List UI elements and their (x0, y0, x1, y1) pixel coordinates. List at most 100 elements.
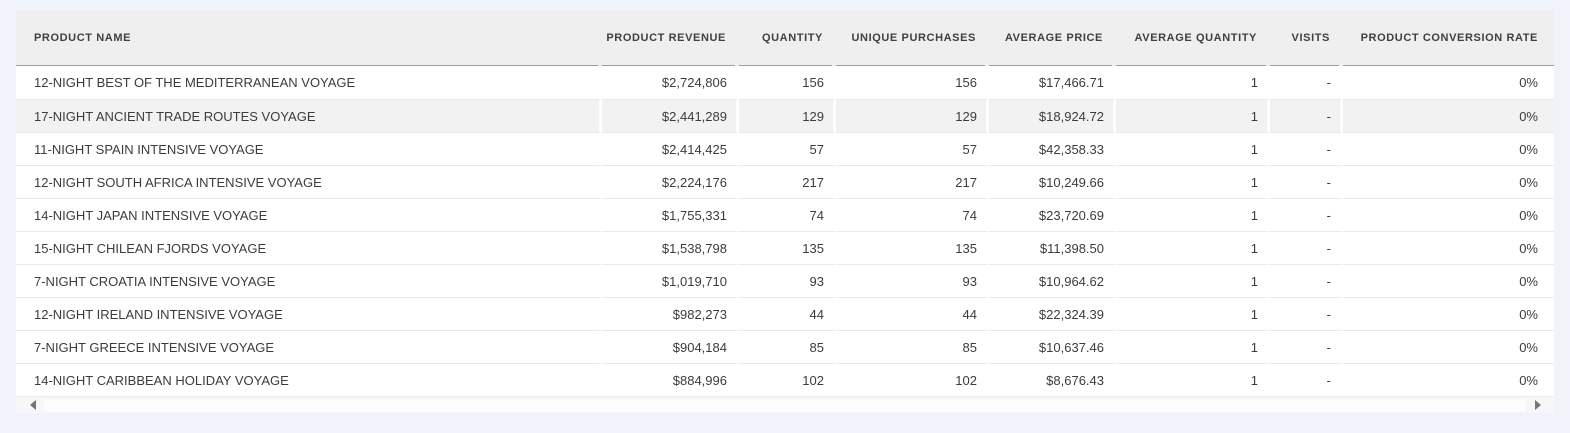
table-row[interactable]: 15-NIGHT CHILEAN FJORDS VOYAGE$1,538,798… (16, 231, 1554, 264)
cell-average-price: $11,398.50 (989, 231, 1116, 264)
cell-product-revenue: $2,414,425 (602, 132, 739, 165)
cell-product-revenue: $1,019,710 (602, 264, 739, 297)
cell-product-conversion-rate: 0% (1343, 231, 1554, 264)
cell-average-price: $18,924.72 (989, 99, 1116, 132)
cell-visits: - (1270, 165, 1343, 198)
product-name-cell: 12-NIGHT BEST OF THE MEDITERRANEAN VOYAG… (16, 66, 602, 99)
scroll-left-arrow-icon (30, 400, 36, 410)
product-name-cell: 15-NIGHT CHILEAN FJORDS VOYAGE (16, 231, 602, 264)
cell-average-quantity: 1 (1116, 297, 1270, 330)
cell-visits: - (1270, 99, 1343, 132)
product-name-cell: 11-NIGHT SPAIN INTENSIVE VOYAGE (16, 132, 602, 165)
table-row[interactable]: 14-NIGHT JAPAN INTENSIVE VOYAGE$1,755,33… (16, 198, 1554, 231)
table-row[interactable]: 11-NIGHT SPAIN INTENSIVE VOYAGE$2,414,42… (16, 132, 1554, 165)
cell-product-revenue: $884,996 (602, 363, 739, 396)
cell-unique-purchases: 135 (836, 231, 989, 264)
cell-unique-purchases: 85 (836, 330, 989, 363)
cell-average-quantity: 1 (1116, 165, 1270, 198)
cell-unique-purchases: 217 (836, 165, 989, 198)
cell-average-price: $42,358.33 (989, 132, 1116, 165)
product-name-cell: 14-NIGHT JAPAN INTENSIVE VOYAGE (16, 198, 602, 231)
column-header-quantity[interactable]: QUANTITY (739, 10, 836, 66)
cell-average-quantity: 1 (1116, 99, 1270, 132)
cell-average-quantity: 1 (1116, 264, 1270, 297)
cell-unique-purchases: 102 (836, 363, 989, 396)
cell-visits: - (1270, 198, 1343, 231)
table-row[interactable]: 7-NIGHT GREECE INTENSIVE VOYAGE$904,1848… (16, 330, 1554, 363)
column-header-visits[interactable]: VISITS (1270, 10, 1343, 66)
product-name-cell: 14-NIGHT CARIBBEAN HOLIDAY VOYAGE (16, 363, 602, 396)
cell-product-conversion-rate: 0% (1343, 297, 1554, 330)
table-header: PRODUCT NAMEPRODUCT REVENUEQUANTITYUNIQU… (16, 10, 1554, 66)
column-header-product-revenue[interactable]: PRODUCT REVENUE (602, 10, 739, 66)
cell-unique-purchases: 44 (836, 297, 989, 330)
cell-visits: - (1270, 66, 1343, 99)
scrollbar-thumb[interactable] (44, 399, 1526, 412)
cell-average-price: $22,324.39 (989, 297, 1116, 330)
cell-product-revenue: $904,184 (602, 330, 739, 363)
cell-product-conversion-rate: 0% (1343, 198, 1554, 231)
cell-unique-purchases: 129 (836, 99, 989, 132)
scroll-right-button[interactable] (1529, 397, 1546, 413)
table-row[interactable]: 12-NIGHT SOUTH AFRICA INTENSIVE VOYAGE$2… (16, 165, 1554, 198)
cell-product-revenue: $2,441,289 (602, 99, 739, 132)
cell-quantity: 217 (739, 165, 836, 198)
cell-product-conversion-rate: 0% (1343, 264, 1554, 297)
cell-product-conversion-rate: 0% (1343, 363, 1554, 396)
cell-unique-purchases: 93 (836, 264, 989, 297)
cell-average-quantity: 1 (1116, 363, 1270, 396)
cell-average-price: $10,964.62 (989, 264, 1116, 297)
column-header-unique-purchases[interactable]: UNIQUE PURCHASES (836, 10, 989, 66)
column-header-product-conversion-rate[interactable]: PRODUCT CONVERSION RATE (1343, 10, 1554, 66)
table-row[interactable]: 12-NIGHT BEST OF THE MEDITERRANEAN VOYAG… (16, 66, 1554, 99)
cell-quantity: 44 (739, 297, 836, 330)
cell-average-quantity: 1 (1116, 330, 1270, 363)
table-row[interactable]: 7-NIGHT CROATIA INTENSIVE VOYAGE$1,019,7… (16, 264, 1554, 297)
cell-product-revenue: $2,724,806 (602, 66, 739, 99)
scroll-left-button[interactable] (24, 397, 41, 413)
product-name-cell: 17-NIGHT ANCIENT TRADE ROUTES VOYAGE (16, 99, 602, 132)
horizontal-scrollbar[interactable] (16, 396, 1554, 413)
product-name-cell: 7-NIGHT CROATIA INTENSIVE VOYAGE (16, 264, 602, 297)
scroll-right-arrow-icon (1535, 400, 1541, 410)
cell-average-price: $10,249.66 (989, 165, 1116, 198)
cell-visits: - (1270, 330, 1343, 363)
cell-average-quantity: 1 (1116, 198, 1270, 231)
cell-product-revenue: $1,538,798 (602, 231, 739, 264)
column-header-product-name[interactable]: PRODUCT NAME (16, 10, 602, 66)
column-header-average-price[interactable]: AVERAGE PRICE (989, 10, 1116, 66)
cell-quantity: 93 (739, 264, 836, 297)
cell-product-conversion-rate: 0% (1343, 165, 1554, 198)
product-name-cell: 12-NIGHT SOUTH AFRICA INTENSIVE VOYAGE (16, 165, 602, 198)
cell-quantity: 135 (739, 231, 836, 264)
cell-visits: - (1270, 363, 1343, 396)
cell-average-price: $23,720.69 (989, 198, 1116, 231)
cell-average-quantity: 1 (1116, 132, 1270, 165)
table-row[interactable]: 14-NIGHT CARIBBEAN HOLIDAY VOYAGE$884,99… (16, 363, 1554, 396)
table-row[interactable]: 12-NIGHT IRELAND INTENSIVE VOYAGE$982,27… (16, 297, 1554, 330)
cell-quantity: 156 (739, 66, 836, 99)
cell-average-quantity: 1 (1116, 231, 1270, 264)
cell-quantity: 57 (739, 132, 836, 165)
cell-product-conversion-rate: 0% (1343, 99, 1554, 132)
table-row[interactable]: 17-NIGHT ANCIENT TRADE ROUTES VOYAGE$2,4… (16, 99, 1554, 132)
cell-average-price: $17,466.71 (989, 66, 1116, 99)
cell-visits: - (1270, 231, 1343, 264)
cell-product-revenue: $982,273 (602, 297, 739, 330)
cell-quantity: 74 (739, 198, 836, 231)
cell-quantity: 85 (739, 330, 836, 363)
cell-visits: - (1270, 264, 1343, 297)
cell-product-conversion-rate: 0% (1343, 330, 1554, 363)
cell-product-conversion-rate: 0% (1343, 66, 1554, 99)
cell-quantity: 102 (739, 363, 836, 396)
product-name-cell: 7-NIGHT GREECE INTENSIVE VOYAGE (16, 330, 602, 363)
product-name-cell: 12-NIGHT IRELAND INTENSIVE VOYAGE (16, 297, 602, 330)
cell-product-revenue: $1,755,331 (602, 198, 739, 231)
table-body: 12-NIGHT BEST OF THE MEDITERRANEAN VOYAG… (16, 66, 1554, 396)
cell-unique-purchases: 156 (836, 66, 989, 99)
column-header-average-quantity[interactable]: AVERAGE QUANTITY (1116, 10, 1270, 66)
products-table: PRODUCT NAMEPRODUCT REVENUEQUANTITYUNIQU… (16, 10, 1554, 396)
cell-average-price: $8,676.43 (989, 363, 1116, 396)
header-row: PRODUCT NAMEPRODUCT REVENUEQUANTITYUNIQU… (16, 10, 1554, 66)
cell-average-quantity: 1 (1116, 66, 1270, 99)
